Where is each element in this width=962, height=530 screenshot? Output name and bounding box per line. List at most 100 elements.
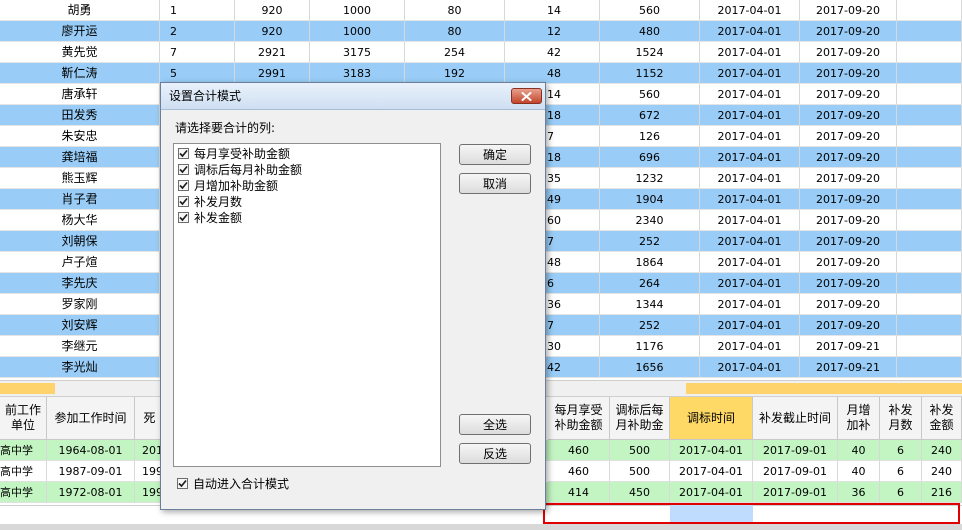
cell-name[interactable]: 李光灿 [0,357,160,378]
table-row[interactable]: 廖开运 2 920 1000 80 12 480 2017-04-01 2017-09-20 [0,21,962,42]
dialog-titlebar[interactable]: 设置合计模式 [161,83,545,110]
cell-g[interactable]: 2017-04-01 [700,315,800,336]
column-checkbox[interactable] [178,163,189,175]
cell-b[interactable]: 920 [235,0,310,21]
cell-h[interactable]: 2017-09-20 [800,252,897,273]
cell-unit[interactable]: 高中学 [0,461,47,482]
cell-f[interactable]: 1152 [600,63,700,84]
cell-work[interactable]: 1987-09-01 [47,461,135,482]
cell-r5[interactable]: 36 [838,482,880,503]
cell-c[interactable]: 1000 [310,21,405,42]
cell-h[interactable]: 2017-09-21 [800,336,897,357]
cell-empty[interactable] [897,357,962,378]
cell-h[interactable]: 2017-09-21 [800,357,897,378]
cell-f[interactable]: 1232 [600,168,700,189]
cell-a[interactable]: 2 [160,21,235,42]
cell-g[interactable]: 2017-04-01 [700,168,800,189]
column-checkbox[interactable] [178,147,189,159]
cell-b[interactable]: 2991 [235,63,310,84]
cell-name[interactable]: 卢子煊 [0,252,160,273]
cell-f[interactable]: 126 [600,126,700,147]
cell-g[interactable]: 2017-04-01 [700,231,800,252]
cell-empty[interactable] [897,189,962,210]
cell-c[interactable]: 3175 [310,42,405,63]
cell-g[interactable]: 2017-04-01 [700,63,800,84]
cell-empty[interactable] [897,210,962,231]
ok-button[interactable]: 确定 [459,144,531,165]
cell-name[interactable]: 李继元 [0,336,160,357]
cell-empty[interactable] [897,231,962,252]
column-listbox[interactable]: 每月享受补助金额 调标后每月补助金额 月增加补助金额 补发月数 补发金额 [173,143,441,467]
cell-g[interactable]: 2017-04-01 [700,42,800,63]
cell-name[interactable]: 胡勇 [0,0,160,21]
cell-e[interactable]: 14 [505,0,600,21]
cell-g[interactable]: 2017-04-01 [700,126,800,147]
auto-sum-mode-option[interactable]: 自动进入合计模式 [177,475,289,491]
cell-e[interactable]: 42 [505,42,600,63]
cell-r3[interactable]: 2017-04-01 [670,482,753,503]
cell-f[interactable]: 672 [600,105,700,126]
header-adjusted-subsidy[interactable]: 调标后每 月补助金 [610,397,670,440]
cell-name[interactable]: 黄先觉 [0,42,160,63]
cell-f[interactable]: 2340 [600,210,700,231]
cell-name[interactable]: 杨大华 [0,210,160,231]
cell-f[interactable]: 560 [600,84,700,105]
cell-h[interactable]: 2017-09-20 [800,105,897,126]
cell-name[interactable]: 龚培福 [0,147,160,168]
cell-r3[interactable]: 2017-04-01 [670,440,753,461]
cell-b[interactable]: 2921 [235,42,310,63]
cell-h[interactable]: 2017-09-20 [800,189,897,210]
cell-r7[interactable]: 240 [922,440,962,461]
cell-f[interactable]: 480 [600,21,700,42]
cell-r6[interactable]: 6 [880,482,922,503]
table-row[interactable]: 黄先觉 7 2921 3175 254 42 1524 2017-04-01 2017-09-2… [0,42,962,63]
cell-empty[interactable] [897,294,962,315]
cell-g[interactable]: 2017-04-01 [700,357,800,378]
header-backpay-end-time[interactable]: 补发截止时间 [753,397,838,440]
cell-h[interactable]: 2017-09-20 [800,84,897,105]
cell-name[interactable]: 朱安忠 [0,126,160,147]
cell-empty[interactable] [897,252,962,273]
table-row[interactable]: 胡勇 1 920 1000 80 14 560 2017-04-01 2017-09-20 [0,0,962,21]
scrollbar-thumb-right[interactable] [686,383,962,394]
cell-name[interactable]: 刘朝保 [0,231,160,252]
cell-name[interactable]: 刘安辉 [0,315,160,336]
cell-g[interactable]: 2017-04-01 [700,336,800,357]
cell-e[interactable]: 48 [505,63,600,84]
cell-d[interactable]: 254 [405,42,505,63]
cell-name[interactable]: 罗家刚 [0,294,160,315]
cell-b[interactable]: 920 [235,21,310,42]
cell-empty[interactable] [897,105,962,126]
cell-unit[interactable]: 高中学 [0,482,47,503]
cell-r5[interactable]: 40 [838,461,880,482]
cell-g[interactable]: 2017-04-01 [700,84,800,105]
cell-empty[interactable] [897,42,962,63]
cell-g[interactable]: 2017-04-01 [700,21,800,42]
column-checkbox[interactable] [178,179,189,191]
cell-f[interactable]: 696 [600,147,700,168]
cell-name[interactable]: 靳仁涛 [0,63,160,84]
cell-empty[interactable] [897,273,962,294]
cell-h[interactable]: 2017-09-20 [800,168,897,189]
cell-f[interactable]: 1176 [600,336,700,357]
cell-d[interactable]: 80 [405,21,505,42]
header-adjust-time[interactable]: 调标时间 [670,397,753,440]
header-backpay-months[interactable]: 补发 月数 [880,397,922,440]
header-monthly-increase[interactable]: 月增 加补 [838,397,880,440]
cell-r1[interactable]: 460 [548,461,610,482]
cell-h[interactable]: 2017-09-20 [800,21,897,42]
cell-r2[interactable]: 500 [610,440,670,461]
cell-r6[interactable]: 6 [880,440,922,461]
cell-g[interactable]: 2017-04-01 [700,147,800,168]
cell-name[interactable]: 熊玉辉 [0,168,160,189]
list-item[interactable]: 每月享受补助金额 [178,145,290,161]
cell-g[interactable]: 2017-04-01 [700,105,800,126]
cell-c[interactable]: 3183 [310,63,405,84]
cell-r4[interactable]: 2017-09-01 [753,461,838,482]
cell-g[interactable]: 2017-04-01 [700,273,800,294]
cell-r5[interactable]: 40 [838,440,880,461]
cell-f[interactable]: 252 [600,231,700,252]
invert-selection-button[interactable]: 反选 [459,443,531,464]
column-checkbox[interactable] [178,211,189,223]
cell-h[interactable]: 2017-09-20 [800,231,897,252]
